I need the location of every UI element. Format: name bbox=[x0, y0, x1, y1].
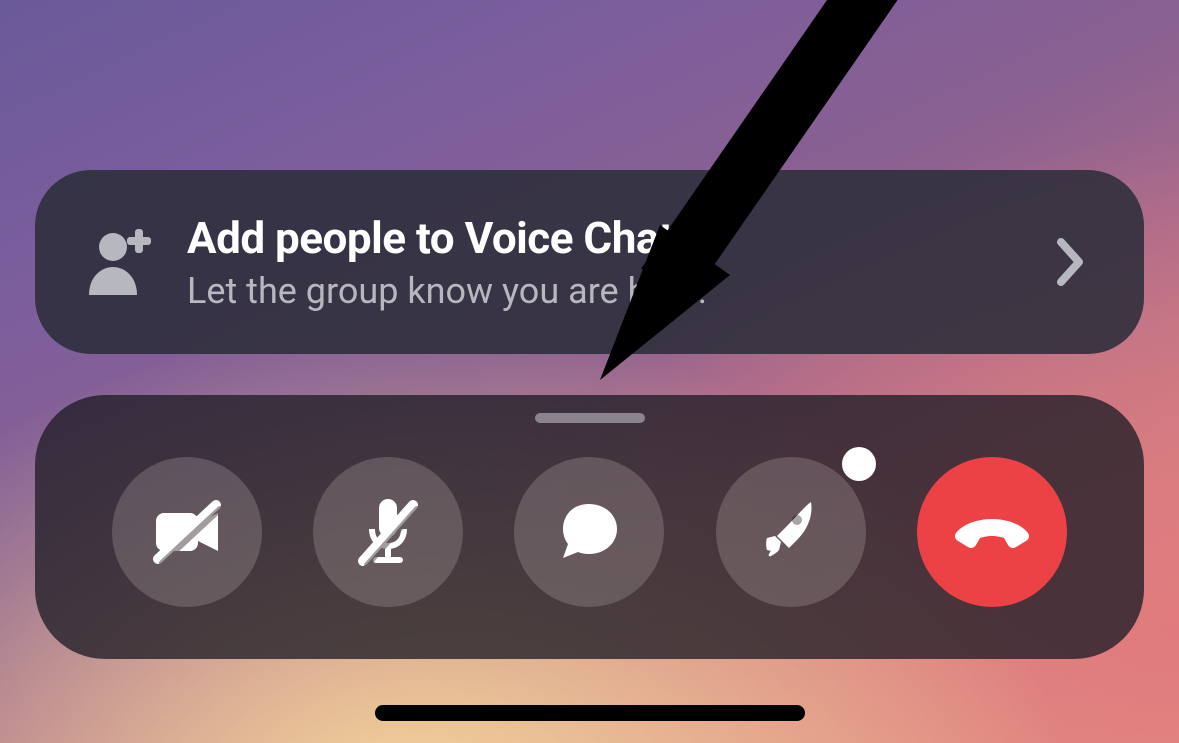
mic-off-icon bbox=[347, 491, 429, 573]
drag-handle[interactable] bbox=[535, 413, 645, 423]
rocket-icon bbox=[755, 496, 827, 568]
voice-control-bar bbox=[35, 395, 1144, 659]
add-people-title: Add people to Voice Chat bbox=[187, 212, 1040, 264]
video-off-icon bbox=[146, 491, 228, 573]
add-people-card[interactable]: Add people to Voice Chat Let the group k… bbox=[35, 170, 1144, 354]
video-toggle-button[interactable] bbox=[112, 457, 262, 607]
activities-button[interactable] bbox=[716, 457, 866, 607]
chat-button[interactable] bbox=[514, 457, 664, 607]
add-people-text: Add people to Voice Chat Let the group k… bbox=[187, 212, 1040, 312]
add-person-icon bbox=[79, 229, 169, 295]
chat-bubble-icon bbox=[553, 496, 625, 568]
home-indicator[interactable] bbox=[375, 705, 805, 721]
control-buttons-row bbox=[35, 423, 1144, 659]
hang-up-icon bbox=[949, 489, 1035, 575]
notification-dot bbox=[842, 447, 876, 481]
add-people-subtitle: Let the group know you are here! bbox=[187, 270, 1040, 312]
chevron-right-icon bbox=[1040, 238, 1100, 286]
end-call-button[interactable] bbox=[917, 457, 1067, 607]
mic-toggle-button[interactable] bbox=[313, 457, 463, 607]
